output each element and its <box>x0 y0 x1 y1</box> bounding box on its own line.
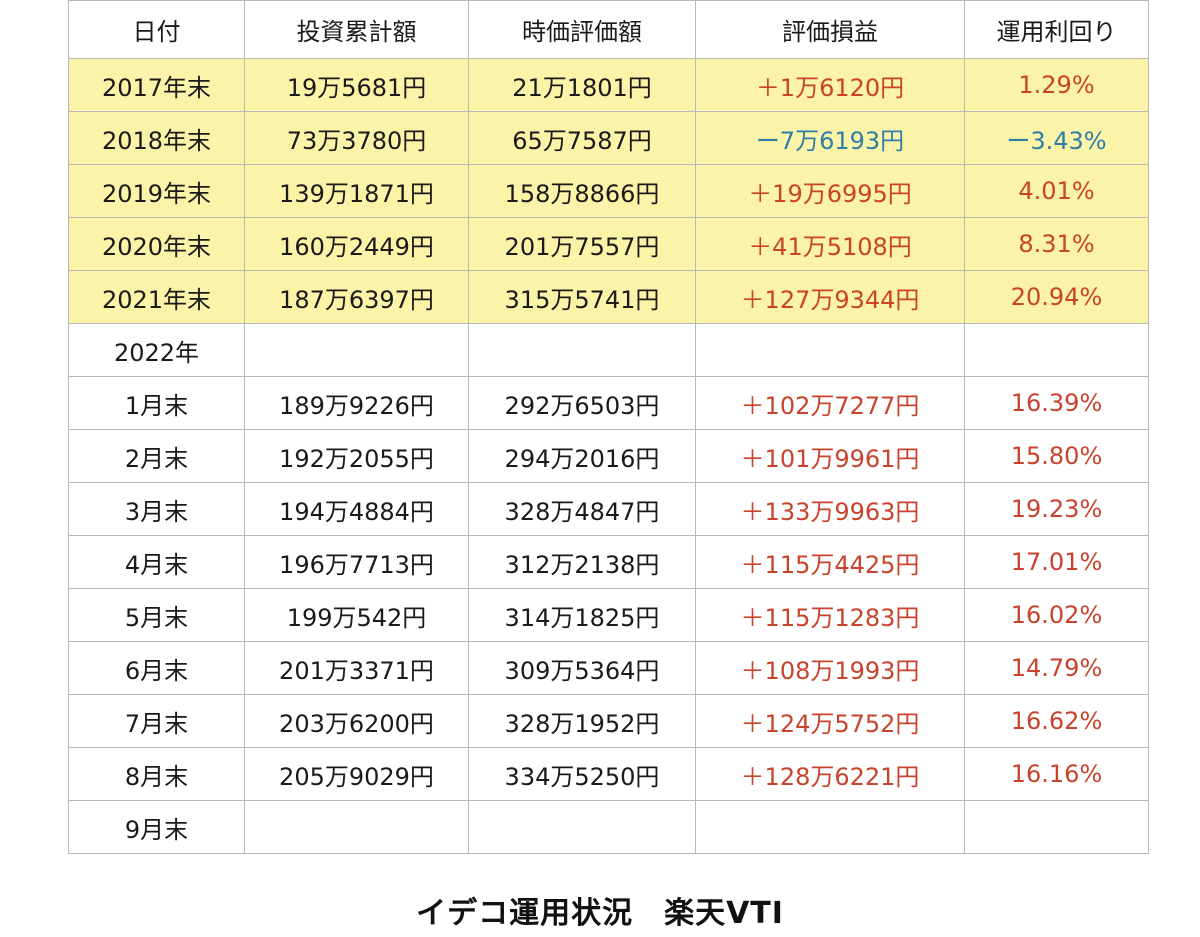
date-cell: 8月末 <box>68 747 245 801</box>
table-row: 7月末 203万6200円 328万1952円 ＋124万5752円 16.62% <box>68 694 1149 748</box>
invested-cell: 19万5681円 <box>244 58 469 112</box>
invested-cell: 203万6200円 <box>244 694 469 748</box>
table-caption: イデコ運用状況 楽天VTI <box>416 896 784 931</box>
gain-loss-cell: ＋108万1993円 <box>695 641 965 695</box>
header-yield: 運用利回り <box>964 0 1149 59</box>
yield-cell: 17.01% <box>964 535 1149 589</box>
market-value-cell <box>468 323 696 377</box>
invested-cell: 192万2055円 <box>244 429 469 483</box>
date-cell: 2022年 <box>68 323 245 377</box>
yield-cell: 16.16% <box>964 747 1149 801</box>
yield-cell <box>964 800 1149 854</box>
header-invested: 投資累計額 <box>244 0 469 59</box>
performance-table: 日付 投資累計額 時価評価額 評価損益 運用利回り 2017年末 19万5681円… <box>68 0 1149 854</box>
yield-cell: 1.29% <box>964 58 1149 112</box>
gain-loss-cell: ＋102万7277円 <box>695 376 965 430</box>
invested-cell: 199万542円 <box>244 588 469 642</box>
yield-cell: ー3.43% <box>964 111 1149 165</box>
yield-cell: 8.31% <box>964 217 1149 271</box>
gain-loss-cell: ＋19万6995円 <box>695 164 965 218</box>
date-cell: 6月末 <box>68 641 245 695</box>
table-row: 2021年末 187万6397円 315万5741円 ＋127万9344円 20.94% <box>68 270 1149 324</box>
gain-loss-cell: ＋115万4425円 <box>695 535 965 589</box>
market-value-cell: 312万2138円 <box>468 535 696 589</box>
date-cell: 2020年末 <box>68 217 245 271</box>
gain-loss-cell: ＋127万9344円 <box>695 270 965 324</box>
market-value-cell: 314万1825円 <box>468 588 696 642</box>
yield-cell: 16.02% <box>964 588 1149 642</box>
date-cell: 7月末 <box>68 694 245 748</box>
date-cell: 2021年末 <box>68 270 245 324</box>
gain-loss-cell: ＋128万6221円 <box>695 747 965 801</box>
header-row: 日付 投資累計額 時価評価額 評価損益 運用利回り <box>68 0 1149 59</box>
table-body: 2017年末 19万5681円 21万1801円 ＋1万6120円 1.29% 2018年… <box>68 58 1149 854</box>
table-row: 9月末 <box>68 800 1149 854</box>
market-value-cell: 21万1801円 <box>468 58 696 112</box>
invested-cell <box>244 800 469 854</box>
date-cell: 1月末 <box>68 376 245 430</box>
date-cell: 5月末 <box>68 588 245 642</box>
market-value-cell: 328万1952円 <box>468 694 696 748</box>
invested-cell: 160万2449円 <box>244 217 469 271</box>
yield-cell: 16.62% <box>964 694 1149 748</box>
invested-cell: 196万7713円 <box>244 535 469 589</box>
table-row: 8月末 205万9029円 334万5250円 ＋128万6221円 16.16% <box>68 747 1149 801</box>
market-value-cell: 334万5250円 <box>468 747 696 801</box>
date-cell: 2019年末 <box>68 164 245 218</box>
gain-loss-cell: ＋101万9961円 <box>695 429 965 483</box>
invested-cell: 189万9226円 <box>244 376 469 430</box>
yield-cell <box>964 323 1149 377</box>
gain-loss-cell <box>695 800 965 854</box>
yield-cell: 15.80% <box>964 429 1149 483</box>
table-row: 6月末 201万3371円 309万5364円 ＋108万1993円 14.79% <box>68 641 1149 695</box>
invested-cell: 187万6397円 <box>244 270 469 324</box>
date-cell: 3月末 <box>68 482 245 536</box>
invested-cell: 194万4884円 <box>244 482 469 536</box>
table-row: 2019年末 139万1871円 158万8866円 ＋19万6995円 4.01% <box>68 164 1149 218</box>
market-value-cell: 309万5364円 <box>468 641 696 695</box>
yield-cell: 20.94% <box>964 270 1149 324</box>
yield-cell: 19.23% <box>964 482 1149 536</box>
market-value-cell: 201万7557円 <box>468 217 696 271</box>
header-gain-loss: 評価損益 <box>695 0 965 59</box>
market-value-cell: 315万5741円 <box>468 270 696 324</box>
market-value-cell <box>468 800 696 854</box>
yield-cell: 16.39% <box>964 376 1149 430</box>
table-row: 2017年末 19万5681円 21万1801円 ＋1万6120円 1.29% <box>68 58 1149 112</box>
invested-cell: 201万3371円 <box>244 641 469 695</box>
table-row: 1月末 189万9226円 292万6503円 ＋102万7277円 16.39% <box>68 376 1149 430</box>
market-value-cell: 158万8866円 <box>468 164 696 218</box>
date-cell: 2017年末 <box>68 58 245 112</box>
date-cell: 2月末 <box>68 429 245 483</box>
market-value-cell: 65万7587円 <box>468 111 696 165</box>
gain-loss-cell: ー7万6193円 <box>695 111 965 165</box>
invested-cell: 205万9029円 <box>244 747 469 801</box>
gain-loss-cell: ＋133万9963円 <box>695 482 965 536</box>
date-cell: 9月末 <box>68 800 245 854</box>
table-row: 5月末 199万542円 314万1825円 ＋115万1283円 16.02% <box>68 588 1149 642</box>
gain-loss-cell: ＋1万6120円 <box>695 58 965 112</box>
market-value-cell: 328万4847円 <box>468 482 696 536</box>
invested-cell: 139万1871円 <box>244 164 469 218</box>
gain-loss-cell: ＋115万1283円 <box>695 588 965 642</box>
table-row: 4月末 196万7713円 312万2138円 ＋115万4425円 17.01% <box>68 535 1149 589</box>
date-cell: 2018年末 <box>68 111 245 165</box>
table-row: 2020年末 160万2449円 201万7557円 ＋41万5108円 8.31% <box>68 217 1149 271</box>
header-date: 日付 <box>68 0 245 59</box>
gain-loss-cell <box>695 323 965 377</box>
invested-cell: 73万3780円 <box>244 111 469 165</box>
table-row: 2月末 192万2055円 294万2016円 ＋101万9961円 15.80% <box>68 429 1149 483</box>
market-value-cell: 294万2016円 <box>468 429 696 483</box>
gain-loss-cell: ＋124万5752円 <box>695 694 965 748</box>
market-value-cell: 292万6503円 <box>468 376 696 430</box>
table-row: 3月末 194万4884円 328万4847円 ＋133万9963円 19.23% <box>68 482 1149 536</box>
header-market-value: 時価評価額 <box>468 0 696 59</box>
yield-cell: 4.01% <box>964 164 1149 218</box>
date-cell: 4月末 <box>68 535 245 589</box>
yield-cell: 14.79% <box>964 641 1149 695</box>
table-row: 2022年 <box>68 323 1149 377</box>
invested-cell <box>244 323 469 377</box>
table-row: 2018年末 73万3780円 65万7587円 ー7万6193円 ー3.43% <box>68 111 1149 165</box>
gain-loss-cell: ＋41万5108円 <box>695 217 965 271</box>
